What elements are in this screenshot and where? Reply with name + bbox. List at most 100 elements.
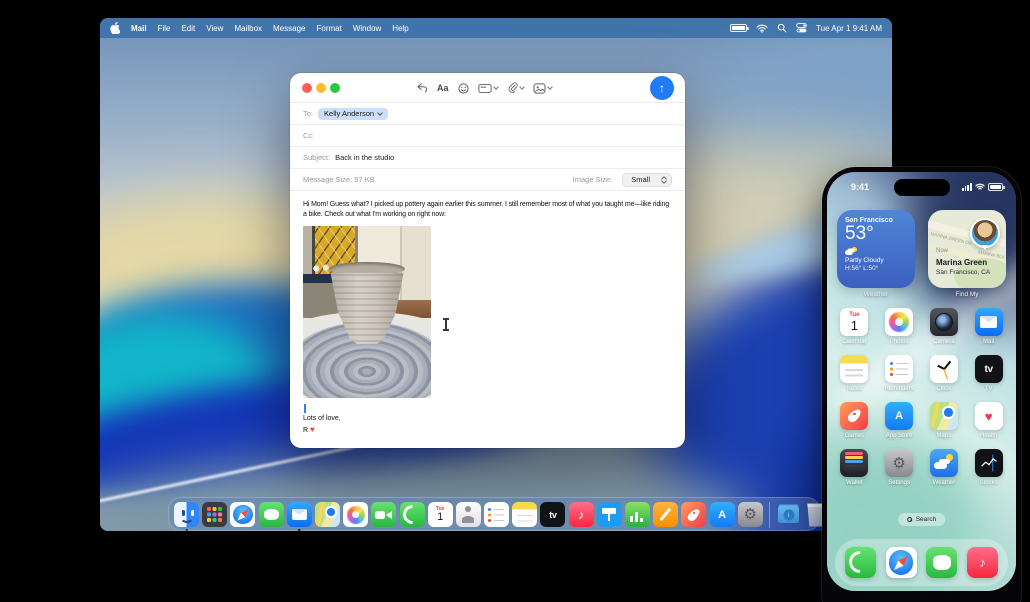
- subject-value: Back in the studio: [335, 153, 395, 162]
- wifi-icon[interactable]: [756, 24, 768, 33]
- undo-icon[interactable]: [416, 83, 428, 93]
- app-stocks[interactable]: Stocks: [966, 449, 1011, 488]
- dynamic-island: [893, 179, 950, 196]
- findmy-widget[interactable]: MARINA GREEN DR MARINA BLV Now Marina Gr…: [928, 210, 1006, 288]
- menu-format[interactable]: Format: [317, 24, 342, 33]
- control-center-icon[interactable]: [796, 23, 807, 33]
- menu-edit[interactable]: Edit: [181, 24, 195, 33]
- subject-label: Subject:: [303, 153, 331, 162]
- dock-music[interactable]: ♪: [568, 502, 594, 527]
- menu-window[interactable]: Window: [353, 24, 381, 33]
- phone-battery-icon: [988, 183, 1005, 191]
- dock-messages[interactable]: [258, 502, 284, 527]
- app-reminders[interactable]: Reminders: [877, 355, 922, 394]
- phone-dock-music[interactable]: ♪: [967, 547, 999, 578]
- home-search-pill[interactable]: Search: [897, 513, 946, 526]
- attachment-button[interactable]: [507, 82, 525, 94]
- phone-dock-safari[interactable]: [885, 547, 917, 578]
- dock-settings[interactable]: ⚙: [737, 502, 763, 527]
- dock-photos[interactable]: [343, 502, 369, 527]
- send-button[interactable]: ↑: [650, 76, 674, 100]
- phone-dock-messages[interactable]: [926, 547, 958, 578]
- dock-safari[interactable]: [230, 502, 256, 527]
- app-notes[interactable]: Notes: [832, 355, 877, 394]
- dock-facetime[interactable]: [371, 502, 397, 527]
- app-settings[interactable]: ⚙ Settings: [877, 449, 922, 488]
- dock-notes[interactable]: [512, 502, 538, 527]
- dock-mail[interactable]: [286, 502, 312, 527]
- message-size-row: Message Size: 57 KB Image Size: Small: [290, 169, 685, 191]
- zoom-button[interactable]: [330, 83, 340, 93]
- phone-dock-phone[interactable]: [844, 547, 876, 578]
- search-icon: [906, 516, 913, 523]
- dock-games[interactable]: [681, 502, 707, 527]
- menu-message[interactable]: Message: [273, 24, 305, 33]
- app-wallet[interactable]: Wallet: [832, 449, 877, 488]
- menu-app-name[interactable]: Mail: [131, 24, 147, 33]
- phone-status-icons: [961, 183, 1005, 191]
- window-titlebar[interactable]: Aa ↑: [290, 73, 685, 103]
- app-calendar[interactable]: Tue 1 Calendar: [832, 308, 877, 347]
- mac-display: Mail File Edit View Mailbox Message Form…: [100, 18, 892, 531]
- dock-downloads-folder[interactable]: ↓: [776, 502, 801, 527]
- dock-separator: [768, 502, 770, 528]
- findmy-widget-label: Find My: [955, 291, 979, 298]
- app-mail[interactable]: Mail: [966, 308, 1011, 347]
- menu-view[interactable]: View: [206, 24, 223, 33]
- message-size-text: Message Size: 57 KB: [303, 175, 375, 184]
- memoji-location-pin: [970, 218, 1000, 248]
- message-body[interactable]: Hi Mom! Guess what? I picked up pottery …: [290, 191, 685, 399]
- menu-bar: Mail File Edit View Mailbox Message Form…: [100, 18, 892, 38]
- weather-condition: Partly Cloudy: [845, 256, 884, 264]
- to-field[interactable]: To: Kelly Anderson: [290, 103, 685, 125]
- header-fields-button[interactable]: [477, 83, 499, 94]
- spotlight-search-icon[interactable]: [777, 23, 787, 33]
- dock-finder[interactable]: [174, 502, 199, 527]
- dock-contacts[interactable]: [455, 502, 481, 527]
- weather-temp: 53°: [845, 223, 874, 244]
- dock-reminders[interactable]: [484, 502, 510, 527]
- insert-photo-button[interactable]: [533, 82, 553, 94]
- dock-calendar[interactable]: Tue 1: [427, 502, 453, 527]
- dock-numbers[interactable]: [625, 502, 650, 527]
- menu-help[interactable]: Help: [392, 24, 408, 33]
- app-appstore[interactable]: A App Store: [877, 402, 922, 441]
- close-button[interactable]: [302, 83, 312, 93]
- app-maps[interactable]: Maps: [922, 402, 967, 441]
- menu-clock[interactable]: Tue Apr 1 9:41 AM: [816, 24, 882, 33]
- subject-field[interactable]: Subject: Back in the studio: [290, 147, 685, 169]
- dock-appstore[interactable]: A: [709, 502, 735, 527]
- app-games[interactable]: Games: [832, 402, 877, 441]
- dock-pages[interactable]: [653, 502, 679, 527]
- format-text-button[interactable]: Aa: [437, 83, 449, 93]
- weather-widget[interactable]: San Francisco 53° Partly Cloudy H:56° L:…: [837, 210, 915, 288]
- cc-field[interactable]: Cc:: [290, 125, 685, 147]
- dock-tv[interactable]: tv: [540, 502, 566, 527]
- app-photos[interactable]: Photos: [877, 308, 922, 347]
- dock-maps[interactable]: [314, 502, 340, 527]
- dock-phone[interactable]: [399, 502, 425, 527]
- menu-file[interactable]: File: [158, 24, 171, 33]
- apple-menu-icon[interactable]: [110, 22, 120, 34]
- app-camera[interactable]: Camera: [922, 308, 967, 347]
- cc-label: Cc:: [303, 131, 315, 140]
- battery-icon[interactable]: [730, 24, 750, 32]
- menu-mailbox[interactable]: Mailbox: [234, 24, 262, 33]
- image-size-select[interactable]: Small: [622, 172, 672, 187]
- stepper-icon: [661, 175, 667, 184]
- emoji-button[interactable]: [457, 82, 469, 94]
- signature-line: R ♥: [303, 425, 315, 435]
- home-screen-grid: Tue 1 Calendar Photos Camera Mail Notes Re…: [832, 308, 1011, 488]
- recipient-chevron-icon: [377, 109, 383, 116]
- dock-keynote[interactable]: [596, 502, 622, 527]
- app-tv[interactable]: tv TV: [966, 355, 1011, 394]
- recipient-token[interactable]: Kelly Anderson: [318, 107, 389, 120]
- phone-wifi-icon: [975, 183, 985, 191]
- app-health[interactable]: ♥ Health: [966, 402, 1011, 441]
- minimize-button[interactable]: [316, 83, 326, 93]
- pottery-photo[interactable]: [303, 226, 431, 399]
- app-weather[interactable]: Weather: [922, 449, 967, 488]
- dock-apps[interactable]: [202, 502, 228, 527]
- app-clock[interactable]: Clock: [922, 355, 967, 394]
- iphone-screen: 9:41 San Francisco 53° Partly Cloudy H:5…: [827, 172, 1016, 591]
